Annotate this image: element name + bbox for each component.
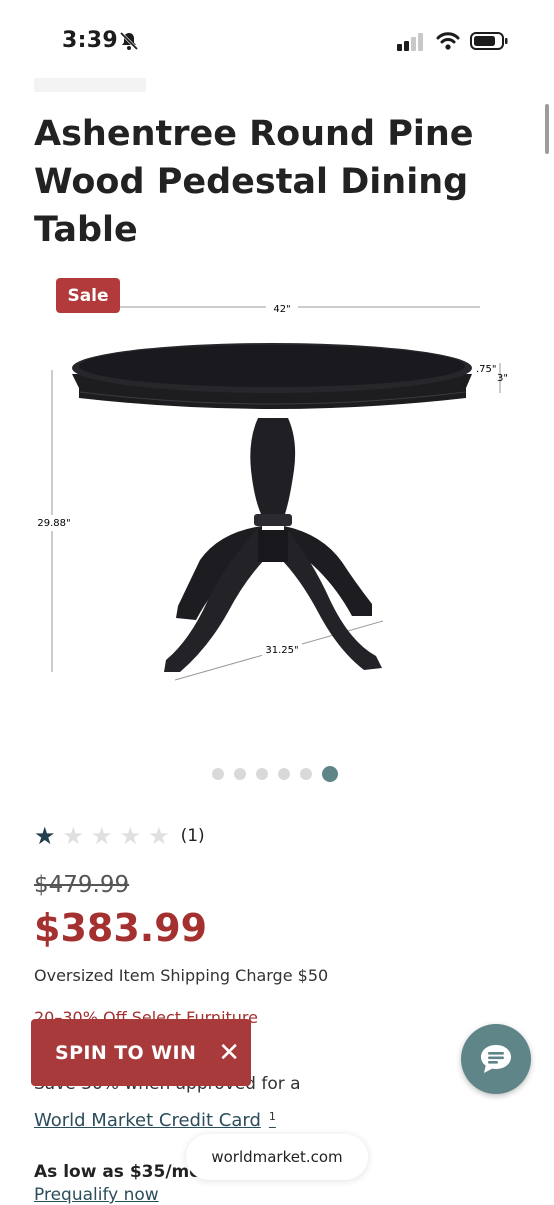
- close-icon[interactable]: ✕: [218, 1040, 240, 1066]
- shipping-charge: Oversized Item Shipping Charge $50: [34, 966, 329, 985]
- gallery-dot[interactable]: [300, 768, 312, 780]
- dim-base-label: 31.25": [265, 645, 298, 656]
- gallery-dot[interactable]: [278, 768, 290, 780]
- sale-price: $383.99: [34, 906, 208, 950]
- sale-badge: Sale: [56, 278, 120, 313]
- wifi-icon: [436, 32, 460, 50]
- gallery-dot[interactable]: [234, 768, 246, 780]
- gallery-dot[interactable]: [256, 768, 268, 780]
- chat-button[interactable]: [461, 1024, 531, 1094]
- spin-to-win-label[interactable]: SPIN TO WIN: [55, 1042, 196, 1064]
- star-empty-icon: ★: [91, 822, 113, 850]
- star-filled-icon: ★: [34, 822, 56, 850]
- dim-top-edge-label: .75": [476, 364, 497, 375]
- page-title: Ashentree Round Pine Wood Pedestal Dinin…: [34, 114, 474, 250]
- signal-icon: [397, 33, 423, 51]
- dim-height-label: 29.88": [37, 518, 70, 529]
- financing-text: As low as $35/mo: [34, 1162, 201, 1182]
- gallery-pagination[interactable]: [212, 766, 338, 782]
- bell-slash-icon: [119, 31, 139, 51]
- dim-width-label: 42": [273, 304, 290, 315]
- scrollbar[interactable]: [545, 104, 549, 154]
- star-empty-icon: ★: [119, 822, 142, 850]
- star-empty-icon: ★: [148, 822, 170, 850]
- browser-url-bar[interactable]: worldmarket.com: [186, 1134, 368, 1180]
- product-image[interactable]: 42" 29.88" .75" 3" 31.25": [0, 260, 554, 700]
- gallery-dot[interactable]: [212, 768, 224, 780]
- gallery-dot-active[interactable]: [322, 766, 338, 782]
- credit-card-link[interactable]: World Market Credit Card 1: [34, 1110, 276, 1131]
- dim-apron-label: 3": [497, 373, 508, 384]
- rating[interactable]: ★ ★ ★ ★ ★ (1): [34, 824, 205, 848]
- spin-to-win-banner[interactable]: SPIN TO WIN ✕: [31, 1019, 251, 1086]
- footnote-marker: 1: [268, 1110, 276, 1123]
- original-price: $479.99: [34, 872, 130, 898]
- chat-icon: [481, 1045, 511, 1073]
- url-text[interactable]: worldmarket.com: [211, 1148, 342, 1166]
- prequalify-link[interactable]: Prequalify now: [34, 1185, 159, 1205]
- status-time: 3:39: [62, 28, 118, 53]
- review-count[interactable]: (1): [181, 826, 205, 846]
- star-empty-icon: ★: [62, 822, 85, 850]
- credit-card-link-label[interactable]: World Market Credit Card: [34, 1110, 261, 1131]
- battery-icon: [470, 32, 508, 50]
- breadcrumb[interactable]: [34, 78, 146, 92]
